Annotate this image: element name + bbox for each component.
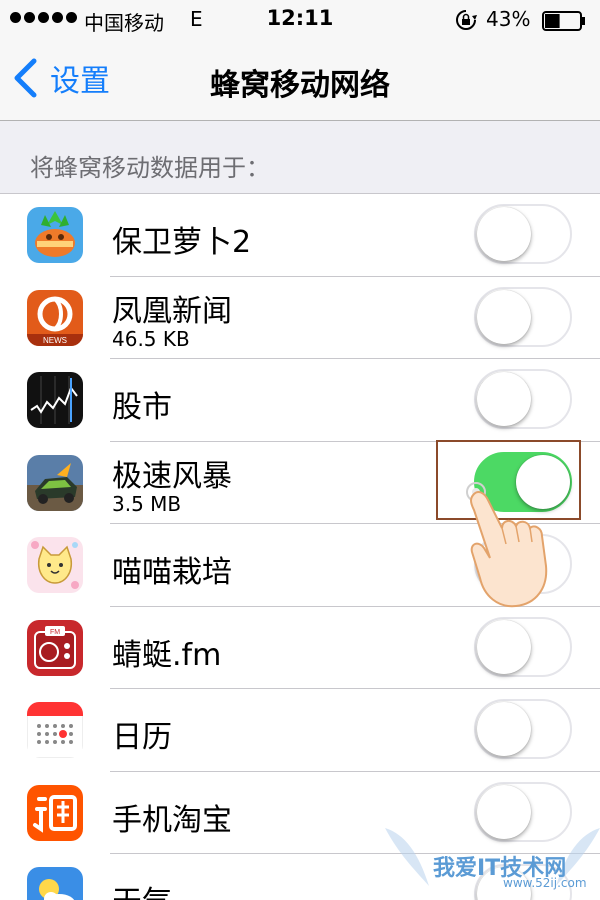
app-row-baoweiluobo: 保卫萝卜2 (0, 194, 600, 277)
watermark: 我爱IT技术网 www.52ij.com (385, 824, 600, 900)
app-name: 蜻蜓.fm (112, 637, 222, 673)
rotation-lock-icon (456, 10, 477, 30)
cat-app-icon (27, 537, 83, 593)
data-usage: 46.5 KB (112, 326, 190, 351)
cellular-toggle[interactable] (474, 616, 572, 677)
data-usage: 3.5 MB (112, 491, 182, 516)
nav-bar: 设置 蜂窝移动网络 (0, 40, 600, 121)
cellular-toggle[interactable] (474, 369, 572, 429)
app-name: 天气 (112, 877, 172, 900)
battery-icon (542, 11, 585, 31)
app-row-fenghuang: NEWS 凤凰新闻 46.5 KB (0, 277, 600, 360)
toggle-knob (477, 372, 531, 426)
radio-icon: FM (27, 619, 83, 676)
stocks-icon (27, 372, 83, 428)
racing-game-icon (27, 454, 83, 511)
status-bar: 中国移动 E 12:11 43% (0, 0, 600, 40)
cellular-toggle[interactable] (474, 286, 572, 347)
page-title: 蜂窝移动网络 (210, 68, 390, 103)
phoenix-news-icon: NEWS (27, 289, 83, 346)
calendar-icon (27, 702, 83, 758)
toggle-knob (477, 702, 531, 756)
app-row-gushi: 股市 (0, 359, 600, 442)
app-name: 极速风暴 (112, 458, 232, 494)
app-name: 喵喵栽培 (112, 555, 232, 590)
app-row-rili: 日历 (0, 689, 600, 772)
app-name: 股市 (112, 390, 172, 425)
carrot-app-icon (27, 207, 83, 263)
toggle-knob (477, 207, 531, 261)
toggle-knob (477, 619, 531, 674)
app-name: 保卫萝卜2 (112, 225, 252, 260)
pointing-hand-icon (466, 482, 548, 608)
app-name: 手机淘宝 (112, 802, 232, 838)
section-header: 将蜂窝移动数据用于： (30, 154, 270, 182)
toggle-knob (477, 289, 531, 344)
battery-percent: 43% (486, 7, 531, 31)
weather-icon (27, 867, 83, 900)
app-name: 凤凰新闻 (112, 293, 232, 329)
cellular-toggle[interactable] (474, 204, 572, 264)
cellular-toggle[interactable] (474, 699, 572, 759)
svg-text:NEWS: NEWS (43, 336, 67, 345)
svg-text:FM: FM (50, 629, 60, 636)
app-row-qingting: FM 蜻蜓.fm (0, 607, 600, 690)
app-name: 日历 (112, 720, 172, 755)
watermark-url: www.52ij.com (503, 876, 587, 890)
taobao-icon (27, 784, 83, 841)
